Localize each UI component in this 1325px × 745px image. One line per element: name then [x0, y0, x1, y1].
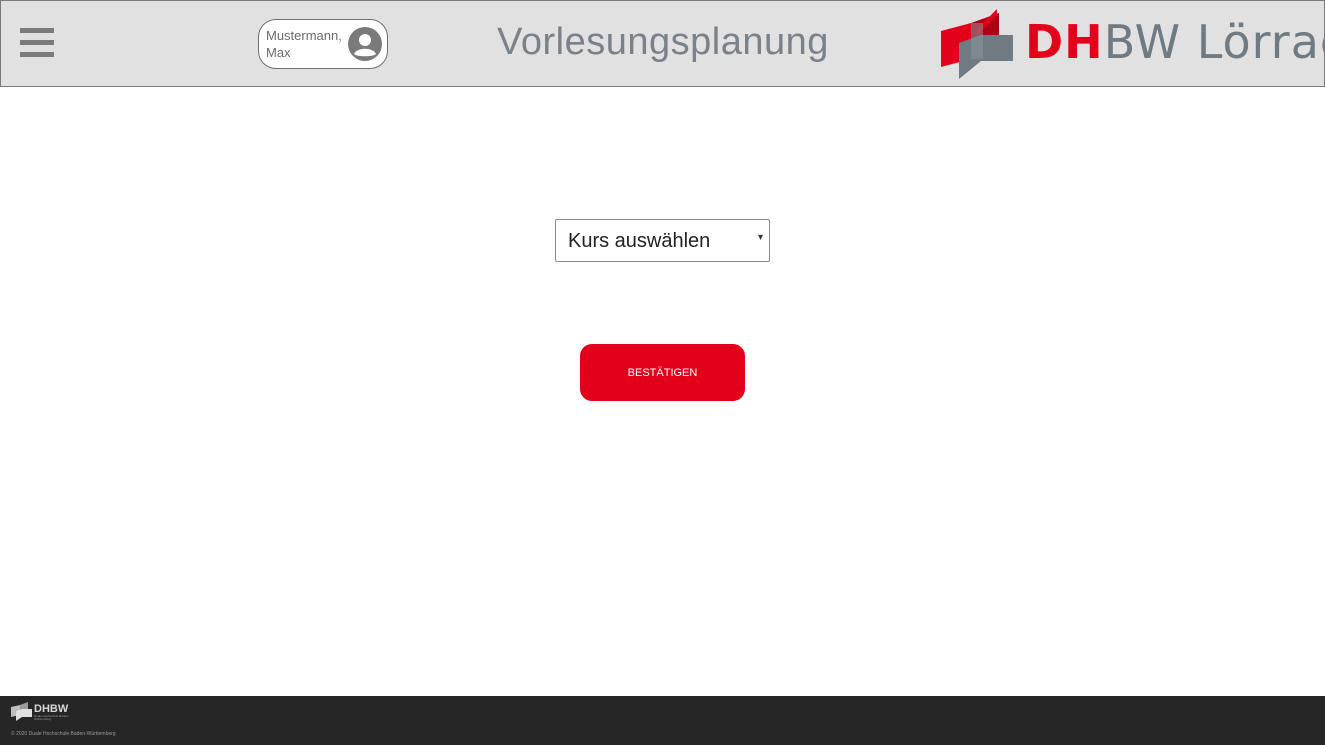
header: Mustermann, Max Vorlesungsplanung DHBW L…: [0, 0, 1325, 87]
footer: DHBW Duale Hochschule Baden-Württemberg …: [0, 696, 1325, 745]
course-select-value: Kurs auswählen: [568, 230, 711, 252]
chevron-down-icon: ▾: [757, 232, 763, 243]
user-profile-button[interactable]: Mustermann, Max: [258, 19, 388, 69]
dhbw-footer-logo-icon: [11, 702, 32, 721]
dhbw-logo-icon: [941, 9, 1013, 79]
footer-brand-subtitle: Duale Hochschule Baden-Württemberg: [34, 714, 69, 721]
user-name: Mustermann, Max: [266, 28, 342, 60]
course-select[interactable]: Kurs auswählen ▾: [555, 219, 770, 262]
brand-name: DHBW Lörrach: [1025, 15, 1325, 69]
confirm-button[interactable]: BESTÄTIGEN: [580, 344, 745, 401]
user-avatar-icon: [348, 27, 382, 61]
brand-name-rest: BW Lörrach: [1103, 15, 1325, 69]
brand-name-dh: DH: [1025, 15, 1104, 69]
footer-copyright: © 2020 Duale Hochschule Baden-Württember…: [11, 731, 116, 737]
hamburger-menu-icon[interactable]: [20, 28, 54, 60]
page-title: Vorlesungsplanung: [497, 21, 829, 63]
